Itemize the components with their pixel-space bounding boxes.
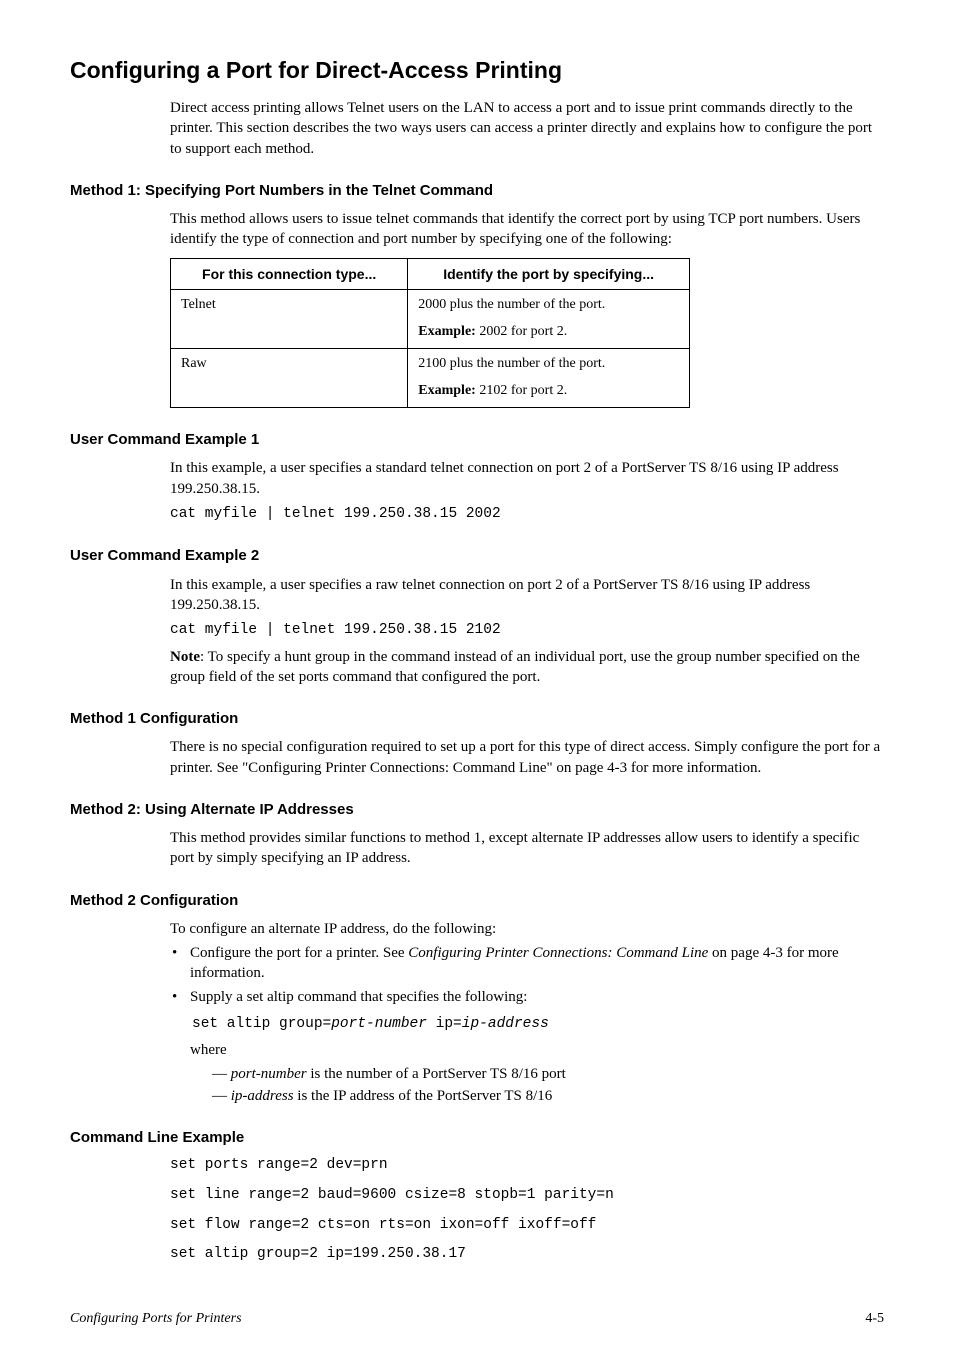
- note-label: Note: [170, 649, 200, 665]
- s2-post: is the IP address of the PortServer TS 8…: [294, 1088, 553, 1104]
- ex2-desc: In this example, a user specifies a raw …: [170, 575, 884, 616]
- method2-desc: This method provides similar functions t…: [170, 828, 884, 869]
- footer-left: Configuring Ports for Printers: [70, 1310, 242, 1329]
- ex2-note: Note: To specify a hunt group in the com…: [170, 647, 884, 688]
- intro-block: Direct access printing allows Telnet use…: [170, 98, 884, 159]
- code-var1: port-number: [331, 1016, 427, 1032]
- where-item-1: — port-number is the number of a PortSer…: [212, 1064, 884, 1084]
- cell-line-1: 2100 plus the number of the port.: [418, 355, 679, 374]
- table-header-2: Identify the port by specifying...: [408, 258, 690, 290]
- table-header-1: For this connection type...: [171, 258, 408, 290]
- s1-post: is the number of a PortServer TS 8/16 po…: [307, 1066, 566, 1082]
- footer-right: 4-5: [865, 1310, 884, 1329]
- cell-line-2: Example: 2002 for port 2.: [418, 323, 679, 342]
- list-item: Supply a set altip command that specifie…: [170, 987, 884, 1107]
- s2-var: ip-address: [231, 1088, 294, 1104]
- list-item: Configure the port for a printer. See Co…: [170, 943, 884, 984]
- code-mid: ip=: [427, 1016, 462, 1032]
- note-text: : To specify a hunt group in the command…: [170, 649, 860, 685]
- example-label: Example:: [418, 324, 476, 339]
- ex1-code: cat myfile | telnet 199.250.38.15 2002: [170, 505, 884, 525]
- page-footer: Configuring Ports for Printers 4-5: [70, 1310, 884, 1329]
- where-label: where: [190, 1040, 884, 1060]
- cell-line-2: Example: 2102 for port 2.: [418, 382, 679, 401]
- m2cfg-lead: To configure an alternate IP address, do…: [170, 919, 884, 939]
- where-list: — port-number is the number of a PortSer…: [212, 1064, 884, 1107]
- ex1-heading: User Command Example 1: [70, 430, 884, 450]
- code-pre: set altip group=: [192, 1016, 331, 1032]
- table-header-row: For this connection type... Identify the…: [171, 258, 690, 290]
- method1-heading: Method 1: Specifying Port Numbers in the…: [70, 181, 884, 201]
- cli-block: set ports range=2 dev=prn set line range…: [170, 1156, 884, 1264]
- intro-text: Direct access printing allows Telnet use…: [170, 98, 884, 159]
- table-row: Raw 2100 plus the number of the port. Ex…: [171, 349, 690, 408]
- s1-var: port-number: [231, 1066, 307, 1082]
- cli-line-2: set line range=2 baud=9600 csize=8 stopb…: [170, 1186, 884, 1206]
- example-text: 2002 for port 2.: [476, 324, 567, 339]
- ex1-desc: In this example, a user specifies a stan…: [170, 458, 884, 499]
- example-label: Example:: [418, 383, 476, 398]
- cell-line-1: 2000 plus the number of the port.: [418, 296, 679, 315]
- method2-heading: Method 2: Using Alternate IP Addresses: [70, 800, 884, 820]
- where-item-2: — ip-address is the IP address of the Po…: [212, 1086, 884, 1106]
- cell-conn-type: Telnet: [171, 290, 408, 349]
- ex2-code: cat myfile | telnet 199.250.38.15 2102: [170, 621, 884, 641]
- m1cfg-desc: There is no special configuration requir…: [170, 737, 884, 778]
- m1cfg-block: There is no special configuration requir…: [170, 737, 884, 778]
- b2-text: Supply a set altip command that specifie…: [190, 989, 527, 1005]
- cli-line-1: set ports range=2 dev=prn: [170, 1156, 884, 1176]
- port-table: For this connection type... Identify the…: [170, 258, 690, 408]
- altip-code: set altip group=port-number ip=ip-addres…: [192, 1015, 884, 1035]
- m2cfg-list: Configure the port for a printer. See Co…: [170, 943, 884, 1106]
- b1-a: Configure the port for a printer. See: [190, 945, 408, 961]
- example-text: 2102 for port 2.: [476, 383, 567, 398]
- cli-line-4: set altip group=2 ip=199.250.38.17: [170, 1245, 884, 1265]
- cli-line-3: set flow range=2 cts=on rts=on ixon=off …: [170, 1216, 884, 1236]
- ex2-heading: User Command Example 2: [70, 546, 884, 566]
- cell-port-spec: 2100 plus the number of the port. Exampl…: [408, 349, 690, 408]
- page-title: Configuring a Port for Direct-Access Pri…: [70, 55, 884, 86]
- ex2-block: In this example, a user specifies a raw …: [170, 575, 884, 688]
- s1-pre: —: [212, 1066, 231, 1082]
- code-var2: ip-address: [462, 1016, 549, 1032]
- method1-block: This method allows users to issue telnet…: [170, 209, 884, 250]
- method2-block: This method provides similar functions t…: [170, 828, 884, 869]
- s2-pre: —: [212, 1088, 231, 1104]
- cli-heading: Command Line Example: [70, 1128, 884, 1148]
- m2cfg-heading: Method 2 Configuration: [70, 891, 884, 911]
- method1-desc: This method allows users to issue telnet…: [170, 209, 884, 250]
- b1-b: Configuring Printer Connections: Command…: [408, 945, 708, 961]
- m1cfg-heading: Method 1 Configuration: [70, 709, 884, 729]
- table-row: Telnet 2000 plus the number of the port.…: [171, 290, 690, 349]
- cell-conn-type: Raw: [171, 349, 408, 408]
- cell-port-spec: 2000 plus the number of the port. Exampl…: [408, 290, 690, 349]
- ex1-block: In this example, a user specifies a stan…: [170, 458, 884, 524]
- m2cfg-lead-block: To configure an alternate IP address, do…: [170, 919, 884, 939]
